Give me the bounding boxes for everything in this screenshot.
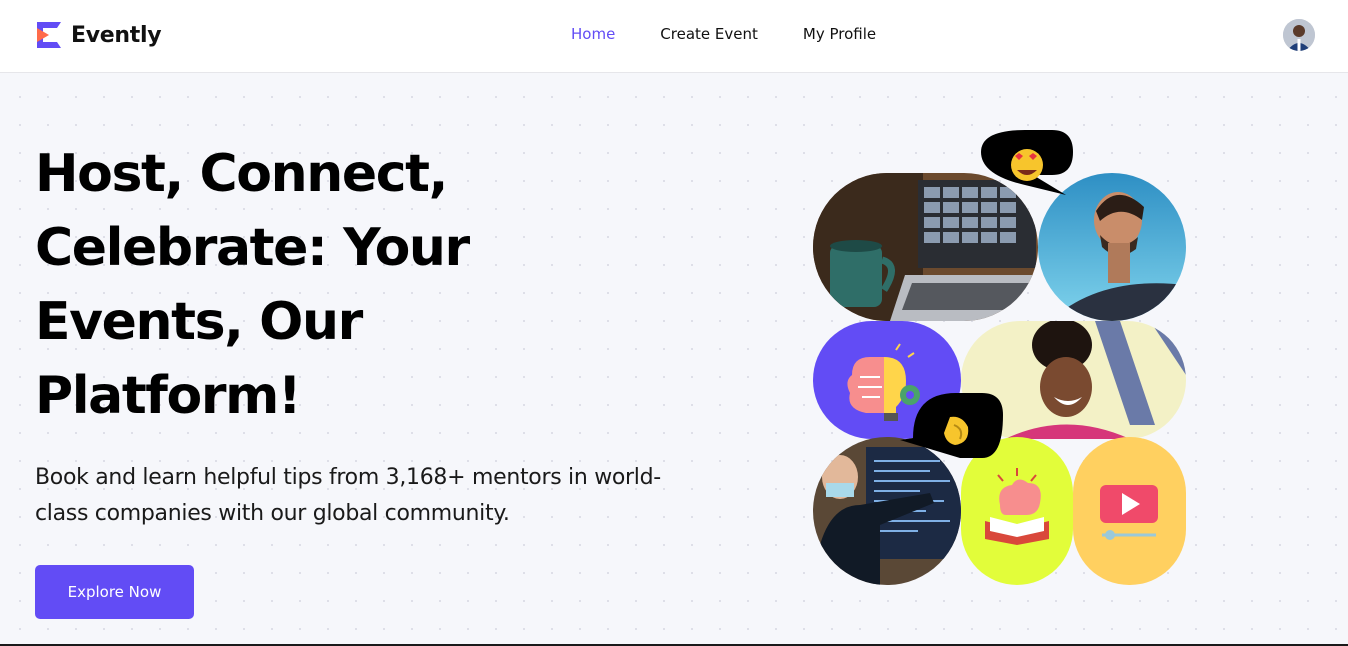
laptop-video-call-photo: [813, 173, 1038, 321]
explore-now-button[interactable]: Explore Now: [35, 565, 194, 619]
video-player-icon: [1073, 437, 1186, 585]
nav-create-event[interactable]: Create Event: [660, 25, 758, 43]
user-avatar[interactable]: [1283, 19, 1315, 51]
navbar: Evently Home Create Event My Profile: [0, 0, 1348, 73]
hero-title: Host, Connect, Celebrate: Your Events, O…: [35, 144, 470, 426]
hero-subtitle: Book and learn helpful tips from 3,168+ …: [35, 465, 661, 526]
collage-svg: [813, 130, 1186, 585]
presenter-photo: [813, 437, 961, 585]
brand-logo[interactable]: Evently: [35, 19, 162, 51]
nav-my-profile[interactable]: My Profile: [803, 25, 876, 43]
evently-logo-icon: [37, 22, 61, 48]
main-nav: Home Create Event My Profile: [571, 25, 921, 43]
nav-home[interactable]: Home: [571, 25, 615, 43]
brand-name: Evently: [71, 22, 162, 48]
user-avatar-icon: [1283, 19, 1315, 51]
hero-collage: [800, 125, 1200, 595]
smiling-man-photo: [1038, 173, 1186, 321]
brain-book-icon: [961, 437, 1073, 585]
